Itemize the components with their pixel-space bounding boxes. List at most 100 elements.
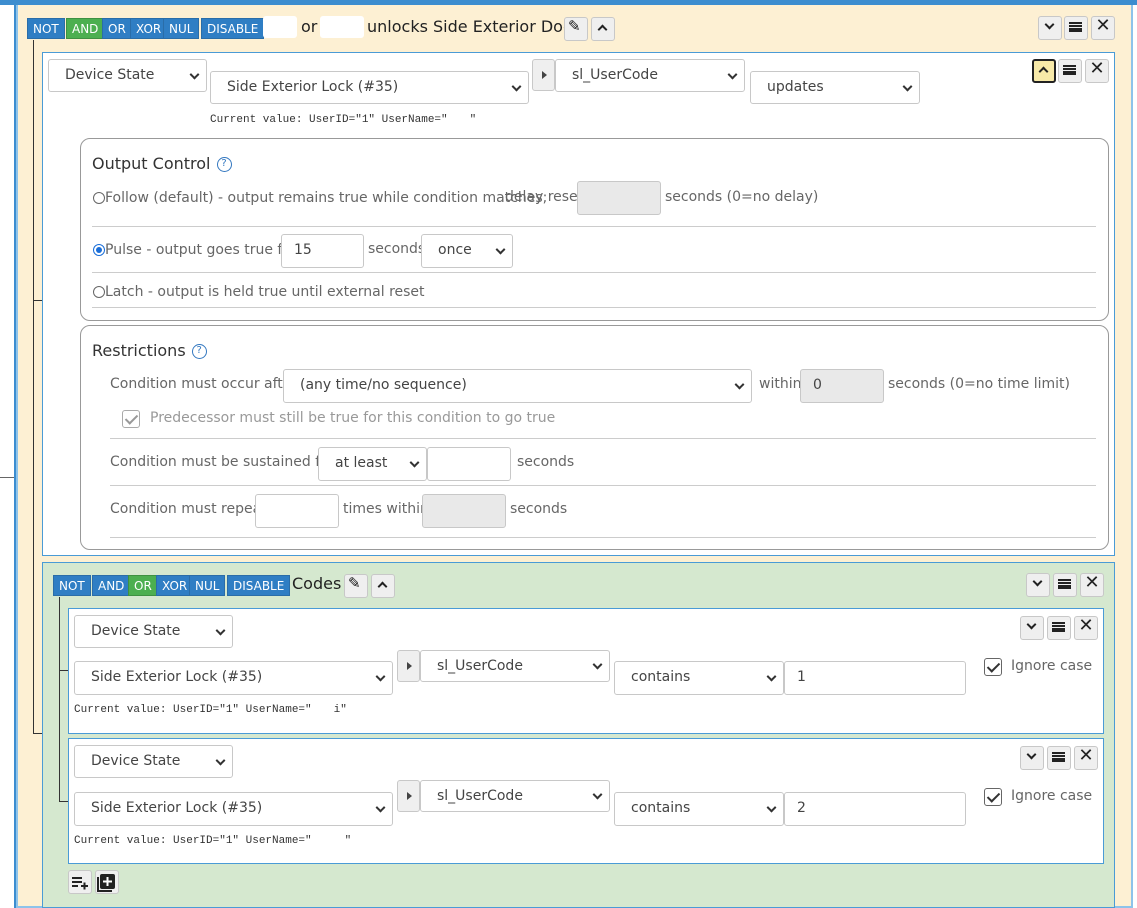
within-input[interactable]: 0	[800, 369, 884, 403]
op-disable-button[interactable]: DISABLE	[201, 18, 265, 39]
help-icon[interactable]: ?	[216, 157, 232, 172]
condition-type-select[interactable]: Device State	[74, 615, 233, 648]
edit-name-button[interactable]: ✎	[564, 17, 588, 41]
after-select[interactable]: (any time/no sequence)	[283, 369, 752, 403]
pulse-mode-select[interactable]: once	[421, 234, 513, 268]
current-value: Current value: UserID="1" UserName=" i"	[74, 704, 347, 716]
within-unit: seconds (0=no time limit)	[888, 376, 1070, 392]
menu-icon	[1063, 65, 1076, 75]
operator-select[interactable]: contains	[614, 661, 784, 695]
repeat-count-input[interactable]	[255, 494, 339, 528]
operator-select[interactable]: updates	[750, 71, 920, 104]
condition-menu-button[interactable]	[1047, 746, 1071, 770]
op-xor-button[interactable]: XOR	[130, 18, 168, 39]
group-name: unlocks Side Exterior Door	[367, 17, 580, 36]
condition-type-select[interactable]: Device State	[48, 59, 207, 92]
menu-icon	[1052, 752, 1065, 762]
divider	[92, 226, 1096, 227]
move-down-button[interactable]	[1020, 746, 1044, 770]
chevron-down-icon	[1026, 619, 1037, 630]
chevron-down-icon	[1032, 576, 1043, 587]
move-down-button[interactable]	[1038, 16, 1062, 40]
device-select[interactable]: Side Exterior Lock (#35)	[74, 792, 393, 826]
sustained-mode-select[interactable]: at least	[318, 447, 427, 481]
name-redacted-2	[320, 16, 364, 38]
move-down-button[interactable]	[1026, 573, 1050, 597]
add-condition-button[interactable]	[68, 870, 92, 894]
op-nul-button[interactable]: NUL	[189, 575, 226, 596]
op-disable-button[interactable]: DISABLE	[227, 575, 291, 596]
value-input[interactable]: 2	[784, 792, 966, 826]
add-group-button[interactable]	[95, 870, 119, 894]
name-redacted-1	[263, 16, 297, 38]
op-not-button[interactable]: NOT	[53, 575, 91, 596]
follow-label: Follow (default) - output remains true w…	[105, 190, 548, 206]
op-and-button[interactable]: AND	[66, 18, 105, 39]
delay-reset-label: delay reset	[505, 189, 584, 205]
restrictions-title: Restrictions?	[92, 341, 207, 360]
operator-select[interactable]: contains	[614, 792, 784, 826]
follow-radio[interactable]	[93, 192, 105, 204]
chevron-up-icon	[597, 24, 608, 35]
ignore-case-checkbox[interactable]	[984, 658, 1002, 676]
help-icon[interactable]: ?	[191, 344, 207, 359]
device-select[interactable]: Side Exterior Lock (#35)	[210, 71, 529, 104]
expand-variable-button[interactable]	[397, 650, 420, 682]
left-rail	[0, 5, 16, 908]
collapse-condition-button[interactable]	[1032, 59, 1056, 83]
condition-menu-button[interactable]	[1047, 616, 1071, 640]
output-control-title: Output Control?	[92, 154, 232, 173]
predecessor-checkbox[interactable]	[122, 410, 140, 428]
expand-variable-button[interactable]	[532, 59, 555, 91]
delete-group-button[interactable]: ✕	[1080, 572, 1104, 597]
delete-group-button[interactable]: ✕	[1091, 15, 1115, 40]
rail-tick	[0, 477, 14, 478]
add-condition-icon	[72, 877, 88, 890]
repeat-within-input[interactable]	[422, 494, 506, 528]
sustained-input[interactable]	[427, 447, 511, 481]
chevron-up-icon	[1038, 66, 1049, 77]
collapse-group-button[interactable]	[371, 574, 395, 598]
device-select[interactable]: Side Exterior Lock (#35)	[74, 661, 393, 695]
condition-type-select[interactable]: Device State	[74, 745, 233, 778]
op-and-button[interactable]: AND	[92, 575, 131, 596]
delete-condition-button[interactable]: ✕	[1085, 58, 1109, 83]
delete-condition-button[interactable]: ✕	[1074, 745, 1098, 770]
pulse-radio[interactable]	[93, 244, 105, 256]
ignore-case-label: Ignore case	[1011, 788, 1093, 804]
expand-variable-button[interactable]	[397, 780, 420, 812]
predecessor-label: Predecessor must still be true for this …	[150, 410, 556, 426]
pulse-seconds-input[interactable]: 15	[281, 234, 364, 268]
delay-reset-input[interactable]	[577, 181, 661, 215]
sustained-unit: seconds	[517, 454, 575, 470]
ignore-case-label: Ignore case	[1011, 658, 1093, 674]
variable-select[interactable]: sl_UserCode	[420, 650, 610, 682]
value-input[interactable]: 1	[784, 661, 966, 695]
op-or-button[interactable]: OR	[102, 18, 132, 39]
group-menu-button[interactable]	[1064, 16, 1088, 40]
group-menu-button[interactable]	[1053, 573, 1077, 597]
triangle-right-icon	[542, 71, 547, 79]
ignore-case-checkbox[interactable]	[984, 788, 1002, 806]
op-or-button[interactable]: OR	[128, 575, 158, 596]
close-icon: ✕	[1078, 745, 1094, 766]
close-icon: ✕	[1095, 15, 1111, 36]
repeat-mid-label: times within	[343, 501, 429, 517]
sustained-label: Condition must be sustained for	[110, 454, 335, 470]
variable-select[interactable]: sl_UserCode	[555, 59, 745, 92]
move-down-button[interactable]	[1020, 616, 1044, 640]
close-icon: ✕	[1089, 58, 1105, 79]
op-nul-button[interactable]: NUL	[163, 18, 200, 39]
variable-select[interactable]: sl_UserCode	[420, 780, 610, 812]
edit-name-button[interactable]: ✎	[344, 574, 368, 598]
pulse-unit: seconds	[368, 241, 426, 257]
collapse-group-button[interactable]	[591, 17, 615, 41]
op-not-button[interactable]: NOT	[27, 18, 65, 39]
latch-radio[interactable]	[93, 286, 105, 298]
triangle-right-icon	[407, 662, 412, 670]
delete-condition-button[interactable]: ✕	[1074, 615, 1098, 640]
repeat-label: Condition must repeat	[110, 501, 267, 517]
delay-reset-unit: seconds (0=no delay)	[665, 189, 819, 205]
condition-menu-button[interactable]	[1058, 59, 1082, 83]
op-xor-button[interactable]: XOR	[156, 575, 194, 596]
